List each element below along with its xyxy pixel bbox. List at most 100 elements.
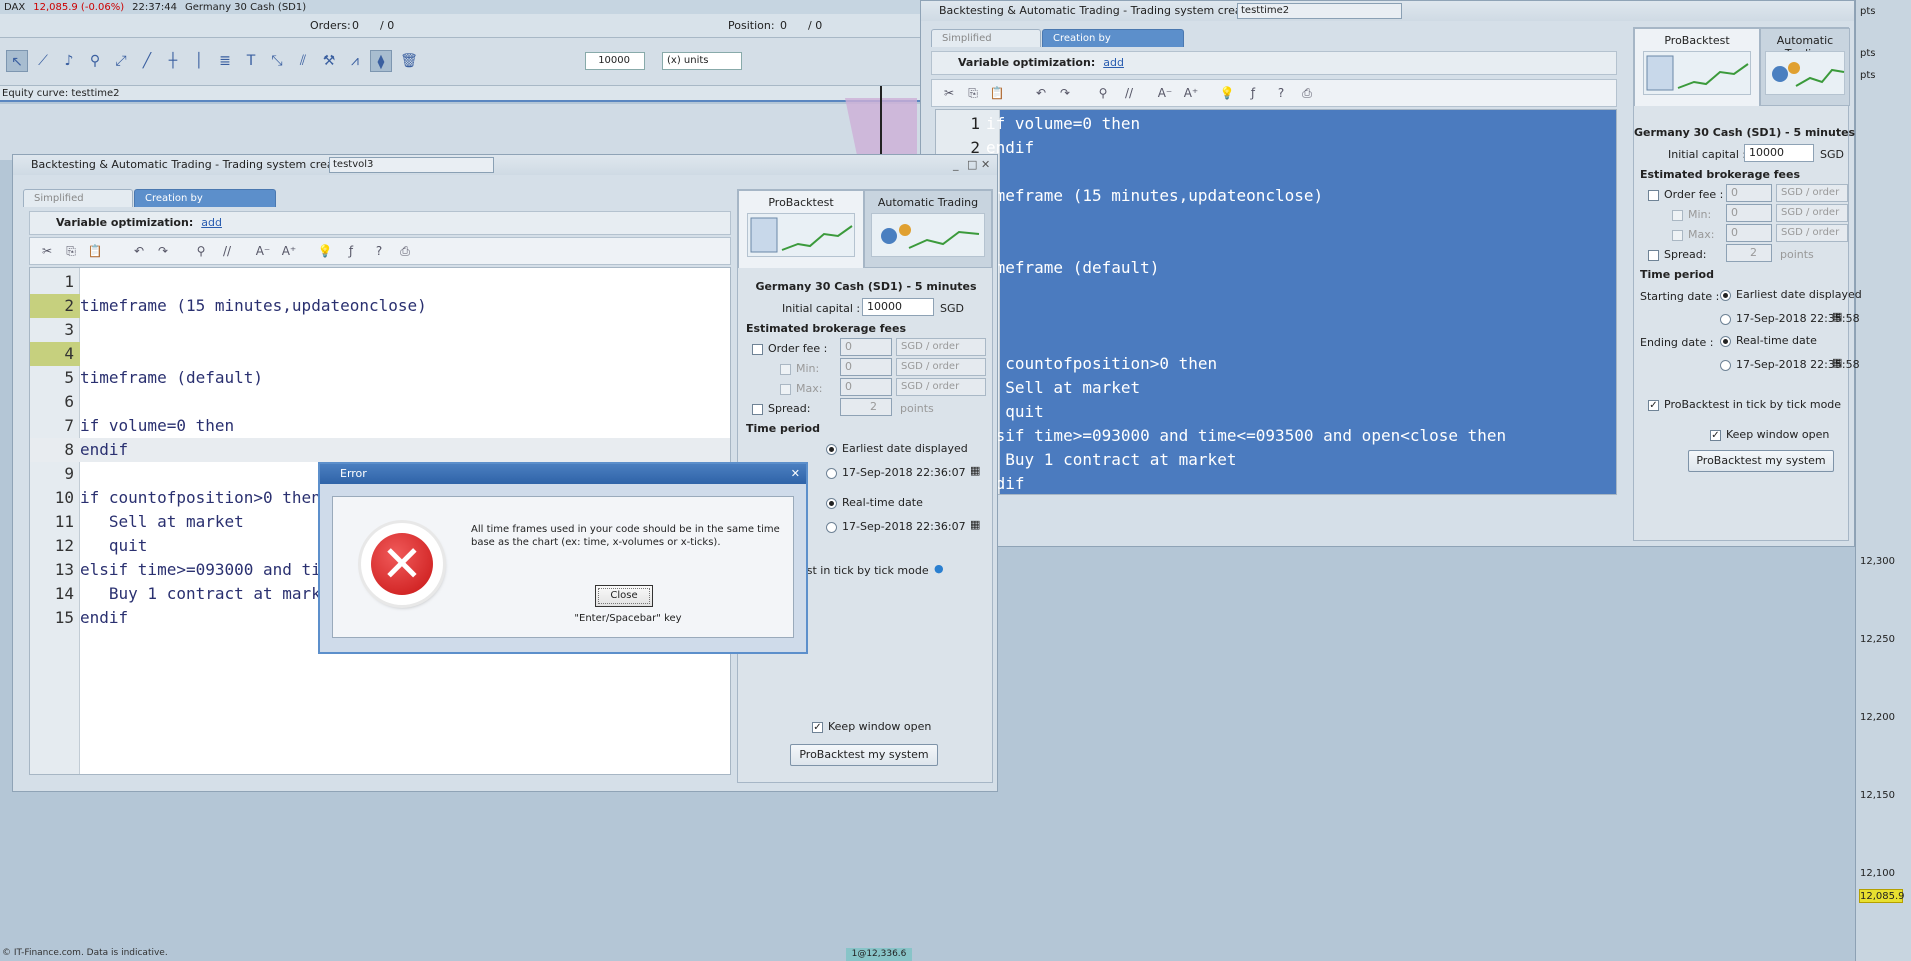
probacktest-button[interactable]: ProBacktest my system (1688, 450, 1834, 472)
code-line[interactable] (936, 328, 1616, 352)
code-line[interactable]: ndif (936, 472, 1616, 494)
search-icon[interactable]: ⚲ (192, 242, 210, 260)
max-fee-input[interactable]: 0 (840, 378, 892, 396)
code-line[interactable]: f countofposition>0 then (936, 352, 1616, 376)
order-fee-checkbox[interactable] (752, 344, 763, 355)
undo-icon[interactable]: ↶ (130, 242, 148, 260)
function-icon[interactable]: ƒ (342, 242, 360, 260)
idea-icon[interactable]: 💡 (1218, 84, 1236, 102)
error-title-bar[interactable]: Error ✕ (320, 464, 806, 484)
window-title-bar[interactable]: Backtesting & Automatic Trading - Tradin… (13, 155, 997, 175)
spread-stepper[interactable]: 2 (840, 398, 892, 416)
code-line[interactable] (936, 304, 1616, 328)
code-line[interactable]: 1 (30, 270, 730, 294)
idea-icon[interactable]: 💡 (316, 242, 334, 260)
increase-font-icon[interactable]: A⁺ (280, 242, 298, 260)
chart-area[interactable] (0, 104, 920, 160)
close-button[interactable]: Close (595, 585, 653, 607)
redo-icon[interactable]: ↷ (1056, 84, 1074, 102)
min-fee-checkbox[interactable] (1672, 210, 1683, 221)
end-realtime-radio[interactable] (826, 498, 837, 509)
code-line[interactable]: lsif time>=093000 and time<=093500 and o… (936, 424, 1616, 448)
comment-icon[interactable]: // (1120, 84, 1138, 102)
code-line[interactable]: 5 timeframe (default) (30, 366, 730, 390)
order-fee-unit-select[interactable]: SGD / order (1776, 184, 1848, 202)
keep-open-checkbox[interactable]: ✓ (1710, 430, 1721, 441)
spread-checkbox[interactable] (1648, 250, 1659, 261)
code-line[interactable] (936, 280, 1616, 304)
probacktest-button[interactable]: ProBacktest my system (790, 744, 938, 766)
code-line[interactable]: 3 (30, 318, 730, 342)
calendar-icon[interactable]: ▦ (970, 464, 980, 477)
end-date-radio[interactable] (1720, 360, 1731, 371)
order-fee-input[interactable]: 0 (1726, 184, 1772, 202)
max-fee-checkbox[interactable] (780, 384, 791, 395)
paste-icon[interactable]: 📋 (86, 242, 104, 260)
help-icon[interactable]: ? (1272, 84, 1290, 102)
start-earliest-radio[interactable] (826, 444, 837, 455)
code-line[interactable]: 2 timeframe (15 minutes,updateonclose) (30, 294, 730, 318)
order-fee-checkbox[interactable] (1648, 190, 1659, 201)
add-variable-link[interactable]: add (201, 216, 222, 229)
ruler-icon[interactable]: ⟋ (32, 50, 54, 72)
min-fee-checkbox[interactable] (780, 364, 791, 375)
initial-capital-input[interactable]: 10000 (1744, 144, 1814, 162)
system-name-input[interactable]: testtime2 (1237, 3, 1402, 19)
spread-stepper[interactable]: 2 (1726, 244, 1772, 262)
add-variable-link[interactable]: add (1103, 56, 1124, 69)
vertical-line-icon[interactable]: │ (188, 50, 210, 72)
min-fee-unit-select[interactable]: SGD / order (896, 358, 986, 376)
tab-probacktest[interactable]: ProBacktest (1634, 28, 1760, 106)
trash-icon[interactable]: 🗑 (398, 50, 420, 72)
minimize-icon[interactable]: _ (953, 155, 959, 175)
close-icon[interactable]: ✕ (791, 464, 800, 484)
line-icon[interactable]: ╱ (136, 50, 158, 72)
search-icon[interactable]: ⚲ (1094, 84, 1112, 102)
price-axis[interactable]: pts pts pts 12,300 12,250 12,200 12,150 … (1855, 0, 1911, 961)
min-fee-input[interactable]: 0 (1726, 204, 1772, 222)
paste-icon[interactable]: 📋 (988, 84, 1006, 102)
copy-icon[interactable]: ⎘ (964, 84, 982, 102)
quantity-input[interactable]: 10000 (585, 52, 645, 70)
max-fee-unit-select[interactable]: SGD / order (1776, 224, 1848, 242)
copy-icon[interactable]: ⎘ (62, 242, 80, 260)
tab-simplified-creation[interactable]: Simplified creation (23, 189, 133, 222)
code-line[interactable] (936, 160, 1616, 184)
code-line[interactable]: quit (936, 400, 1616, 424)
close-icon[interactable]: ✕ (981, 155, 990, 175)
window-title-bar[interactable]: Backtesting & Automatic Trading - Tradin… (921, 1, 1854, 21)
pattern-icon[interactable]: ⧫ (370, 50, 392, 72)
print-icon[interactable]: ⎙ (1298, 84, 1316, 102)
parallel-icon[interactable]: ⫽ (292, 50, 314, 72)
horizontal-line-icon[interactable]: ┼ (162, 50, 184, 72)
zoom-icon[interactable]: ⚲ (84, 50, 106, 72)
fibonacci-icon[interactable]: ≣ (214, 50, 236, 72)
info-bubble-icon[interactable]: ● (934, 562, 944, 575)
pointer-icon[interactable]: ↖ (6, 50, 28, 72)
tab-simplified-creation[interactable]: Simplified creation (931, 29, 1041, 62)
code-line[interactable]: 6 (30, 390, 730, 414)
function-icon[interactable]: ƒ (1244, 84, 1262, 102)
spread-checkbox[interactable] (752, 404, 763, 415)
tab-automatic-trading[interactable]: Automatic Trading (864, 190, 992, 268)
tab-creation-by-programming[interactable]: Creation by programming (1042, 29, 1184, 62)
tick-mode-checkbox[interactable]: ✓ (1648, 400, 1659, 411)
keep-open-checkbox[interactable]: ✓ (812, 722, 823, 733)
units-select[interactable]: (x) units (662, 52, 742, 70)
zigzag-icon[interactable]: ⩘ (344, 50, 366, 72)
min-fee-unit-select[interactable]: SGD / order (1776, 204, 1848, 222)
decrease-font-icon[interactable]: A⁻ (254, 242, 272, 260)
code-line[interactable] (936, 232, 1616, 256)
code-line[interactable]: 2 endif (936, 136, 1616, 160)
calendar-icon[interactable]: ▦ (1832, 310, 1842, 323)
max-fee-unit-select[interactable]: SGD / order (896, 378, 986, 396)
instrument-name[interactable]: DAX (4, 2, 25, 13)
initial-capital-input[interactable]: 10000 (862, 298, 934, 316)
code-line[interactable]: 1 if volume=0 then (936, 112, 1616, 136)
calendar-icon[interactable]: ▦ (1832, 356, 1842, 369)
print-icon[interactable]: ⎙ (396, 242, 414, 260)
increase-font-icon[interactable]: A⁺ (1182, 84, 1200, 102)
code-line[interactable]: imeframe (default) (936, 256, 1616, 280)
code-line[interactable]: 7 if volume=0 then (30, 414, 730, 438)
order-fee-unit-select[interactable]: SGD / order (896, 338, 986, 356)
